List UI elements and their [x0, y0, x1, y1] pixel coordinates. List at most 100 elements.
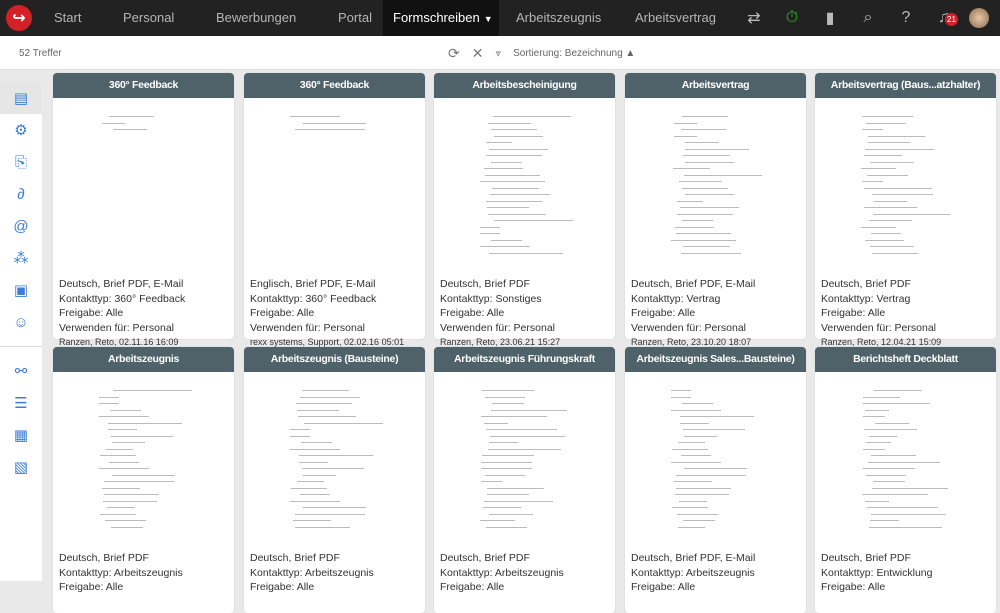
add-user-icon[interactable]: ☺	[0, 306, 42, 338]
template-card[interactable]: Berichtsheft Deckblatt Deutsch, Brief PDF…	[815, 347, 996, 613]
preview-line	[674, 481, 712, 482]
preview-line	[676, 474, 746, 476]
sort-control[interactable]: Sortierung: Bezeichnung ▲	[513, 48, 635, 59]
list-document-icon[interactable]: ▦	[0, 419, 42, 451]
checklist-icon[interactable]: ☰	[0, 387, 42, 419]
document-preview	[472, 106, 577, 261]
bell-icon[interactable]: ♫ 21	[925, 9, 963, 27]
settings-icon[interactable]: ⚙	[0, 114, 42, 146]
preview-line	[490, 435, 565, 437]
template-card[interactable]: 360° Feedback Englisch, Brief PDF, E-Mail…	[244, 73, 425, 347]
preview-line	[677, 200, 703, 202]
template-card[interactable]: Arbeitsvertrag Deutsch, Brief PDF, E-Mail…	[625, 73, 806, 347]
toolbar: 52 Treffer ⟳ ✕ ⩔ Sortierung: Bezeichnung…	[0, 36, 1000, 70]
preview-line	[671, 409, 721, 411]
nav-tab-bewerbungen[interactable]: Bewerbungen	[216, 0, 296, 36]
document-preview	[663, 106, 768, 261]
preview-line	[481, 481, 502, 482]
workflow-icon[interactable]: ⚯	[0, 355, 42, 387]
avatar[interactable]	[969, 8, 989, 28]
nav-tab-portal[interactable]: Portal	[338, 0, 372, 36]
preview-line	[671, 390, 691, 391]
preview-line	[861, 226, 896, 228]
contact-file-icon[interactable]: ▣	[0, 274, 42, 306]
preview-line	[297, 481, 324, 482]
stopwatch-icon[interactable]: ⏱	[773, 9, 811, 27]
nav-tab-start[interactable]: Start	[54, 0, 81, 36]
preview-line	[301, 442, 332, 443]
app-logo[interactable]: ↪	[6, 5, 32, 31]
card-info-line: Deutsch, Brief PDF	[440, 278, 530, 290]
preview-line	[102, 487, 140, 489]
nav-tab-formschreiben[interactable]: Formschreiben ▼	[383, 0, 499, 36]
preview-line	[865, 500, 889, 502]
preview-line	[864, 155, 902, 156]
template-card[interactable]: Arbeitszeugnis Sales...Bausteine) Deutsch…	[625, 347, 806, 613]
preview-line	[867, 507, 938, 508]
preview-line	[108, 422, 182, 424]
attachment-icon[interactable]: ∂	[0, 178, 42, 210]
preview-line	[866, 122, 906, 124]
preview-line	[862, 494, 928, 495]
group-icon[interactable]: ⁂	[0, 242, 42, 274]
template-card[interactable]: Arbeitsbescheinigung Deutsch, Brief PDF Ko…	[434, 73, 615, 347]
preview-line	[863, 448, 885, 450]
card-info-line: Deutsch, Brief PDF	[440, 552, 530, 564]
expand-icon[interactable]: ⩔	[495, 48, 501, 59]
preview-line	[494, 220, 573, 221]
template-card[interactable]: Arbeitszeugnis Führungskraft Deutsch, Bri…	[434, 347, 615, 613]
preview-line	[866, 474, 906, 476]
preview-line	[290, 500, 340, 502]
preview-line	[290, 116, 340, 117]
email-icon[interactable]: @	[0, 210, 42, 242]
preview-line	[862, 116, 913, 117]
preview-line	[677, 513, 718, 515]
chevron-down-icon: ▼	[483, 14, 493, 24]
preview-line	[113, 129, 147, 130]
preview-line	[109, 116, 154, 117]
nav-tab-personal[interactable]: Personal	[123, 0, 174, 36]
preview-line	[864, 429, 917, 430]
bookmark-icon[interactable]: ▮	[811, 8, 849, 28]
card-info-line: Deutsch, Brief PDF, E-Mail	[59, 278, 184, 290]
preview-line	[303, 474, 336, 476]
preview-line	[681, 455, 711, 456]
preview-line	[682, 220, 713, 221]
preview-line	[108, 429, 137, 430]
divider	[0, 346, 42, 347]
nav-tab-arbeitszeugnis[interactable]: Arbeitszeugnis	[516, 0, 601, 36]
preview-line	[486, 526, 527, 528]
nav-tab-arbeitsvertrag[interactable]: Arbeitsvertrag	[635, 0, 716, 36]
preview-line	[293, 520, 331, 521]
search-icon[interactable]: ⌕	[849, 9, 887, 27]
preview-line	[104, 494, 159, 495]
preview-line	[100, 455, 136, 456]
document-icon[interactable]: ▤	[0, 82, 42, 114]
pdf-icon[interactable]: ▧	[0, 451, 42, 483]
preview-line	[488, 448, 561, 450]
help-icon[interactable]: ?	[887, 9, 925, 27]
template-card[interactable]: Arbeitsvertrag (Baus...atzhalter) Deutsch…	[815, 73, 996, 347]
card-info-line: Freigabe: Alle	[59, 581, 124, 594]
preview-line	[867, 174, 908, 176]
preview-line	[872, 194, 933, 195]
preview-line	[481, 461, 532, 463]
template-card[interactable]: Arbeitszeugnis (Bausteine) Deutsch, Brief…	[244, 347, 425, 613]
close-icon[interactable]: ✕	[472, 45, 484, 62]
preview-line	[489, 442, 518, 443]
refresh-icon[interactable]: ⟳	[448, 45, 460, 62]
preview-line	[106, 448, 133, 450]
preview-line	[299, 461, 328, 463]
preview-line	[100, 513, 136, 515]
template-card[interactable]: 360° Feedback Deutsch, Brief PDF, E-Mail K…	[53, 73, 234, 347]
preview-line	[298, 416, 356, 417]
switch-icon[interactable]: ⇄	[735, 8, 773, 28]
template-icon[interactable]: ⎘	[0, 146, 42, 178]
preview-line	[486, 429, 557, 430]
preview-line	[873, 481, 905, 482]
template-card[interactable]: Arbeitszeugnis Deutsch, Brief PDF Kontaktt…	[53, 347, 234, 613]
preview-line	[109, 461, 139, 463]
preview-line	[299, 455, 373, 456]
preview-line	[871, 513, 946, 515]
notification-badge: 21	[945, 13, 958, 26]
